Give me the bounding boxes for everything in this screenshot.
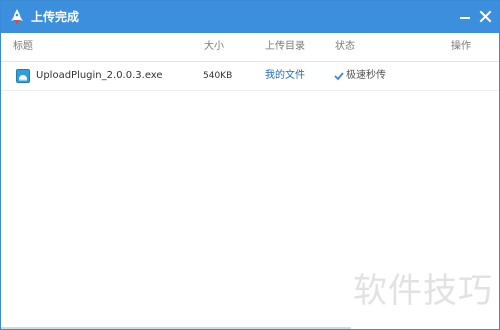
table-header: 标题 大小 上传目录 状态 操作 (1, 33, 499, 62)
bottom-divider (1, 327, 351, 329)
check-icon (334, 72, 344, 81)
table-row[interactable]: UploadPlugin_2.0.0.3.exe 540KB 我的文件 极速秒传 (1, 62, 499, 91)
close-icon (479, 10, 492, 23)
file-name: UploadPlugin_2.0.0.3.exe (36, 70, 163, 81)
minimize-button[interactable] (458, 8, 474, 26)
watermark: 软件技巧 (353, 271, 493, 311)
column-header-title[interactable]: 标题 (13, 41, 33, 53)
installer-file-icon (16, 69, 30, 83)
file-size: 540KB (203, 71, 233, 81)
close-button[interactable] (478, 8, 494, 26)
column-header-status[interactable]: 状态 (335, 41, 355, 53)
minimize-icon (460, 17, 470, 19)
column-header-op[interactable]: 操作 (451, 41, 471, 53)
upload-dir-link[interactable]: 我的文件 (265, 70, 305, 82)
upload-complete-window: 上传完成 标题 大小 上传目录 状态 操作 UploadPlugin_2.0.0… (0, 0, 500, 330)
column-header-size[interactable]: 大小 (204, 41, 224, 53)
rocket-upload-icon (10, 9, 24, 25)
column-header-dir[interactable]: 上传目录 (265, 41, 305, 53)
title-bar[interactable]: 上传完成 (1, 1, 499, 33)
window-title: 上传完成 (31, 10, 80, 24)
upload-status: 极速秒传 (334, 70, 386, 82)
